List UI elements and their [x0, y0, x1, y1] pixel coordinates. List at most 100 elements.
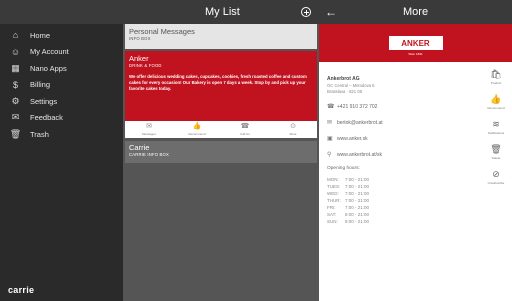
website-row[interactable]: ▣ www.anker.sk: [327, 135, 477, 143]
action-label: Recommend: [487, 106, 505, 110]
sidebar-item-label: Billing: [30, 80, 51, 90]
sidebar-item-label: My Account: [30, 47, 69, 57]
card-title: Carrie: [129, 143, 150, 152]
hours-day: SUN:: [327, 219, 338, 225]
phone-number: +421 910 372 702: [337, 103, 378, 110]
card-actions: ✉ Messages 👍 Recommend ☎ Call Us ⊙ More: [125, 121, 317, 138]
sidebar-item-billing[interactable]: $ Billing: [0, 77, 123, 94]
website-link: www.ankerbrot.at/sk: [337, 151, 383, 158]
app: My List ← More ⌂ Home ☺ My Account ▦ Nan…: [0, 0, 512, 301]
hours-time: 7:00 - 21:00: [345, 184, 370, 190]
sidebar-item-label: Home: [30, 30, 51, 40]
more-button[interactable]: ⊙ More: [269, 121, 317, 138]
action-label: Notifications: [487, 131, 505, 135]
anker-card-header: Anker DRINK & FOOD We offer delicious we…: [125, 51, 317, 121]
recommend-button[interactable]: 👍 Recommend: [173, 121, 221, 138]
trash-icon: 🗑: [490, 144, 502, 154]
card-title: Anker: [129, 54, 149, 63]
sidebar-item-my-account[interactable]: ☺ My Account: [0, 44, 123, 61]
email-address: bertok@ankerbrot.at: [337, 119, 383, 126]
sidebar-item-settings[interactable]: ⚙ Settings: [0, 93, 123, 110]
dollar-icon: $: [12, 79, 18, 90]
phone-row[interactable]: ☎ +421 910 372 702: [327, 103, 477, 111]
hours-time: 8:00 - 21:00: [345, 212, 370, 218]
hours-time: 8:00 - 21:00: [345, 219, 370, 225]
trash-icon: 🗑: [9, 128, 22, 139]
add-icon[interactable]: [301, 7, 311, 17]
thumbs-up-icon: 👍: [192, 123, 202, 130]
sidebar: ⌂ Home ☺ My Account ▦ Nano Apps $ Billin…: [0, 24, 123, 301]
hours-time: 7:00 - 21:00: [345, 205, 370, 211]
company-name: Ankerbrot AG: [327, 76, 360, 82]
call-us-button[interactable]: ☎ Call Us: [221, 121, 269, 138]
shopping-bag-icon: 🛍: [490, 69, 502, 79]
recommend-button[interactable]: 👍 Recommend: [483, 94, 509, 119]
notifications-button[interactable]: ≋ Notifications: [483, 119, 509, 144]
address-line: OC Central – Metodova 6: [327, 83, 375, 88]
website-link: www.anker.sk: [337, 135, 368, 142]
hours-time: 7:00 - 21:00: [345, 198, 370, 204]
gear-icon: ⚙: [11, 95, 20, 106]
sidebar-item-nano-apps[interactable]: ▦ Nano Apps: [0, 60, 123, 77]
hours-day: THUR:: [327, 198, 341, 204]
card-subtitle: INFO BOX: [129, 36, 151, 41]
list-title: My List: [205, 6, 240, 18]
card-description: We offer delicious wedding cakes, cupcak…: [129, 74, 307, 92]
phone-icon: ☎: [240, 123, 250, 130]
envelope-icon: ✉: [146, 123, 152, 130]
hours-day: MON:: [327, 177, 339, 183]
detail-header: ← More: [319, 0, 512, 24]
home-icon: ⌂: [12, 30, 19, 41]
sidebar-item-feedback[interactable]: ✉ Feedback: [0, 110, 123, 127]
hours-day: TUES:: [327, 184, 341, 190]
detail-title: More: [403, 6, 429, 18]
hours-time: 7:00 - 21:00: [345, 191, 370, 197]
address-line: Bratislava · 821 08: [327, 89, 362, 95]
action-label: More: [289, 132, 297, 136]
sidebar-item-label: Trash: [30, 129, 49, 139]
logo-text: ANKER: [401, 38, 430, 48]
list-panel: Personal Messages INFO BOX Anker DRINK &…: [123, 24, 319, 301]
sidebar-item-label: Feedback: [30, 113, 63, 123]
list-item-anker[interactable]: Anker DRINK & FOOD We offer delicious we…: [125, 51, 317, 138]
anker-banner: ANKER Wien 1891: [319, 24, 512, 62]
action-label: Call Us: [240, 132, 250, 136]
anker-logo: ANKER Wien 1891: [388, 36, 443, 56]
contact-info: Ankerbrot AG OC Central – Metodova 6 Bra…: [327, 76, 477, 224]
monitor-icon: ▣: [327, 136, 333, 143]
list-header: My List: [0, 0, 319, 24]
sidebar-item-home[interactable]: ⌂ Home: [0, 27, 123, 44]
sidebar-item-label: Settings: [30, 96, 58, 106]
messages-button[interactable]: ✉ Messages: [125, 121, 173, 138]
sidebar-item-trash[interactable]: 🗑 Trash: [0, 126, 123, 143]
hours-day: WED:: [327, 191, 339, 197]
unsubscribe-button[interactable]: ⊘ Unsubscribe: [483, 169, 509, 194]
list-item-personal-messages[interactable]: Personal Messages INFO BOX: [125, 24, 317, 49]
person-icon: ☺: [10, 46, 21, 57]
card-title: Personal Messages: [129, 27, 195, 36]
hours-day: FRI:: [327, 205, 336, 211]
action-label: Product: [490, 81, 502, 85]
email-row[interactable]: ✉ bertok@ankerbrot.at: [327, 119, 477, 127]
product-button[interactable]: 🛍 Product: [483, 69, 509, 94]
card-subtitle: CARRIE INFO BOX: [129, 152, 169, 157]
hours-time: 7:00 - 21:00: [345, 177, 370, 183]
action-label: Recommend: [188, 132, 206, 136]
website-row[interactable]: ⚲ www.ankerbrot.at/sk: [327, 151, 477, 159]
apps-icon: ▦: [11, 62, 20, 73]
delete-button[interactable]: 🗑 Delete: [483, 144, 509, 169]
location-pin-icon: ⚲: [327, 152, 332, 159]
action-label: Delete: [491, 156, 501, 160]
back-arrow-icon[interactable]: ←: [325, 5, 337, 19]
feedback-icon: ✉: [11, 112, 20, 123]
unsubscribe-icon: ⊘: [492, 169, 500, 179]
list-item-carrie[interactable]: Carrie CARRIE INFO BOX: [125, 141, 317, 163]
thumbs-up-icon: 👍: [490, 94, 502, 104]
logo-subtext: Wien 1891: [408, 52, 423, 56]
opening-hours-title: Opening hours:: [327, 166, 360, 172]
action-label: Unsubscribe: [487, 181, 505, 185]
sidebar-item-label: Nano Apps: [30, 63, 67, 73]
detail-actions: 🛍 Product 👍 Recommend ≋ Notifications 🗑 …: [483, 69, 509, 194]
card-subtitle: DRINK & FOOD: [129, 63, 162, 68]
carrie-logo: carrie: [8, 285, 35, 295]
